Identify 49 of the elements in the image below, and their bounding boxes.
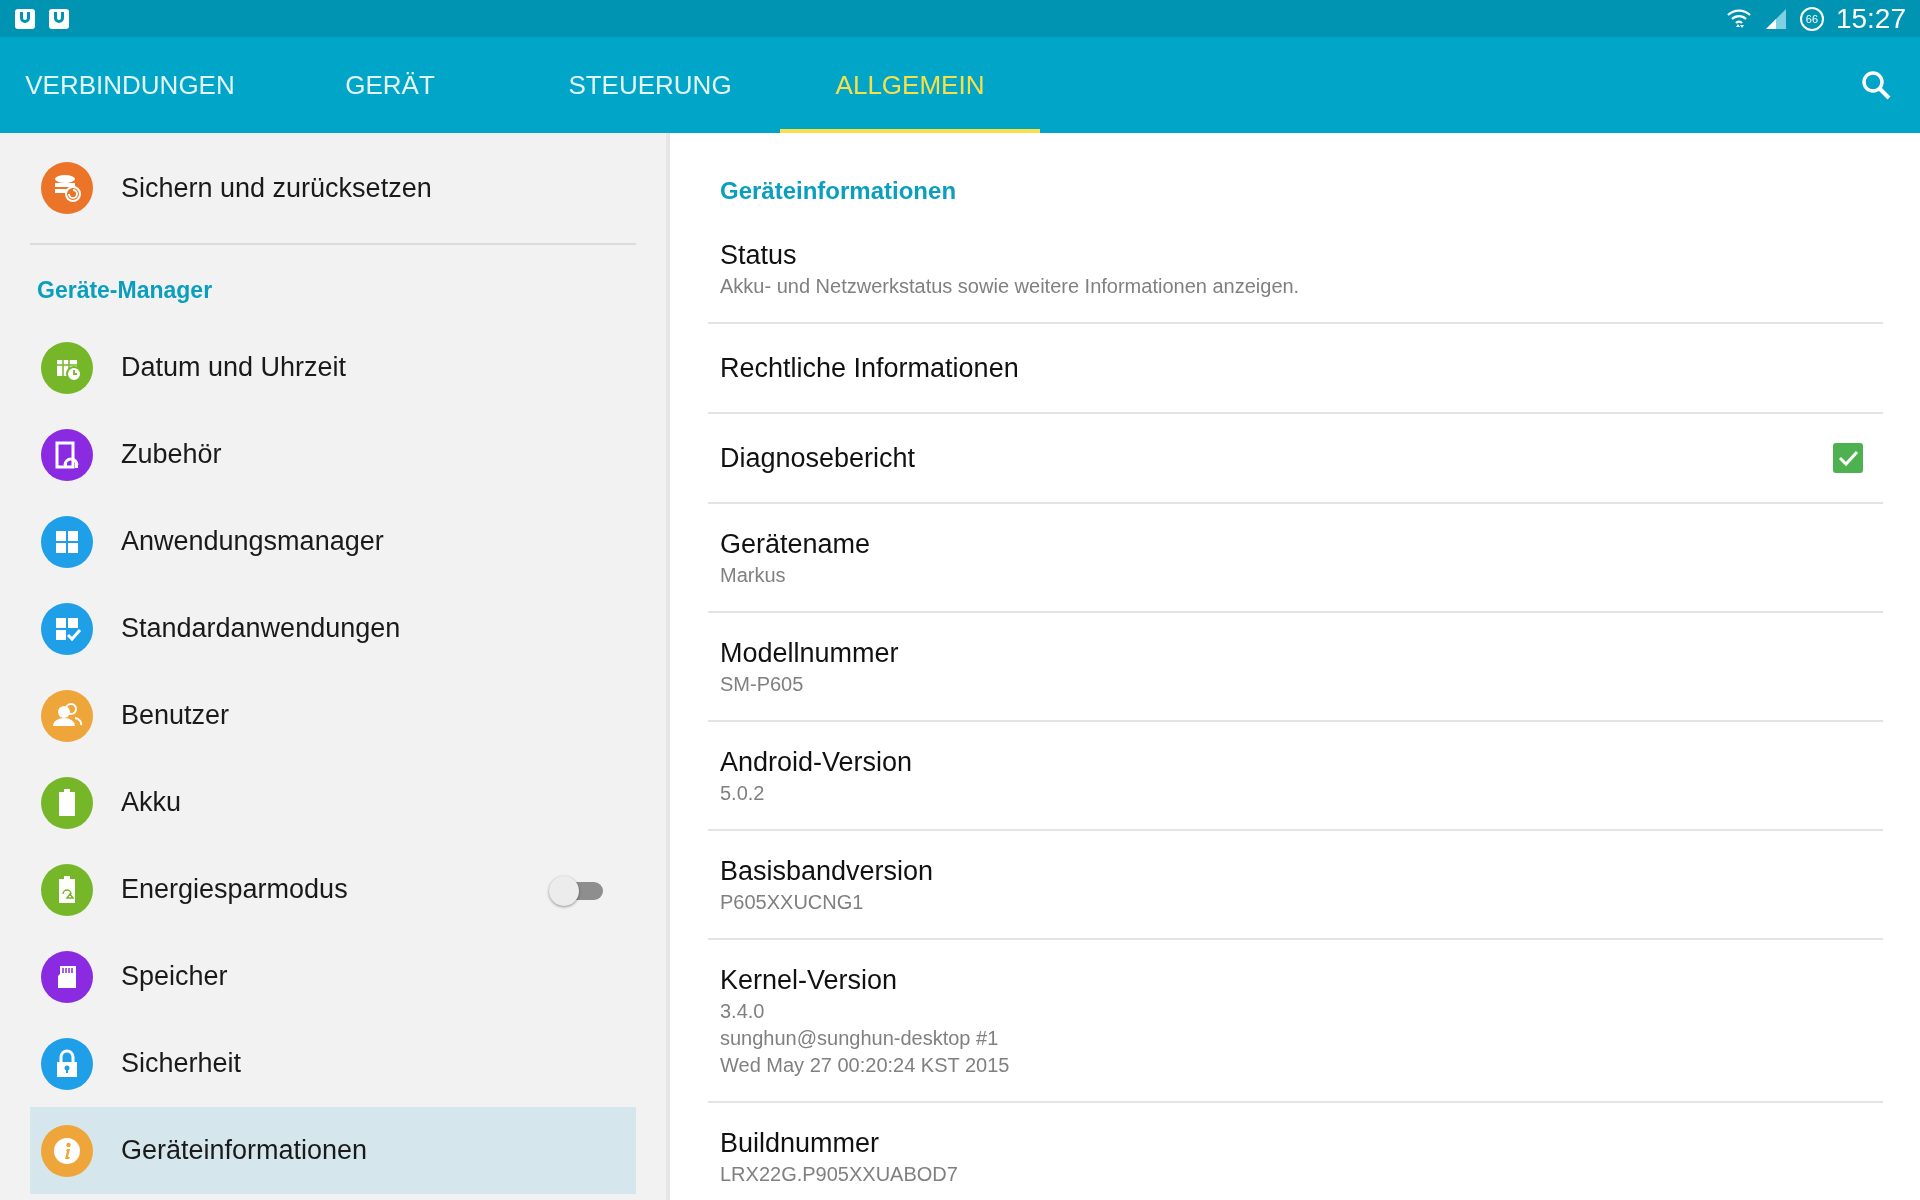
- settings-category-icon: [41, 428, 93, 481]
- setting-title[interactable]: Status: [720, 238, 1871, 272]
- settings-item[interactable]: Speicher: [30, 933, 636, 1020]
- setting-summary: Akku- und Netzwerkstatus sowie weitere Informationen anzeigen.: [720, 274, 1301, 299]
- setting-summary: 3.4.0: [720, 999, 766, 1024]
- settings-category-icon: [41, 341, 93, 394]
- settings-category-icon: [41, 602, 93, 655]
- setting-title[interactable]: Buildnummer: [720, 1126, 1871, 1160]
- settings-category-icon: [41, 776, 93, 829]
- setting-title[interactable]: Kernel-Version: [720, 963, 1871, 997]
- battery-indicator: 66: [1799, 6, 1824, 31]
- settings-item[interactable]: Sichern und zurücksetzen: [30, 133, 636, 245]
- setting-title[interactable]: Basisbandversion: [720, 854, 1871, 888]
- settings-item[interactable]: Anwendungsmanager: [30, 498, 636, 585]
- settings-category-icon: [41, 863, 93, 916]
- setting-summary: P605XXUCNG1: [720, 890, 865, 915]
- settings-item[interactable]: Geräteinformationen: [30, 1107, 636, 1194]
- settings-category-icon: [41, 162, 93, 214]
- settings-item[interactable]: Zubehör: [30, 411, 636, 498]
- clock: 15:27: [1835, 2, 1906, 35]
- settings-item[interactable]: Energiesparmodus: [30, 846, 636, 933]
- setting-title[interactable]: Rechtliche Informationen: [720, 351, 1871, 385]
- settings-item[interactable]: Benutzer: [30, 672, 636, 759]
- setting-summary: 5.0.2: [720, 781, 766, 806]
- setting-title[interactable]: Gerätename: [720, 527, 1871, 561]
- settings-category-icon: [41, 950, 93, 1003]
- toggle-switch[interactable]: [549, 875, 603, 904]
- settings-item[interactable]: Datum und Uhrzeit: [30, 324, 636, 411]
- notification-icon: [14, 7, 36, 30]
- settings-category-icon: [41, 515, 93, 568]
- setting-title[interactable]: Modellnummer: [720, 636, 1871, 670]
- section-header: Geräteinformationen: [719, 176, 958, 206]
- search-icon[interactable]: [1860, 69, 1892, 101]
- settings-category-icon: [41, 689, 93, 742]
- setting-summary: Markus: [720, 563, 787, 588]
- settings-item[interactable]: Sicherheit: [30, 1020, 636, 1107]
- settings-item[interactable]: Akku: [30, 759, 636, 846]
- setting-summary: sunghun@sunghun-desktop #1: [720, 1026, 1000, 1051]
- settings-category-icon: [41, 1124, 93, 1177]
- section-header: Geräte-Manager: [36, 276, 214, 305]
- setting-summary: Wed May 27 00:20:24 KST 2015: [720, 1053, 1011, 1078]
- notification-icon: [48, 7, 70, 30]
- checkbox[interactable]: [1833, 443, 1863, 473]
- setting-summary: SM-P605: [720, 672, 805, 697]
- setting-title[interactable]: Android-Version: [720, 745, 1871, 779]
- settings-category-icon: [41, 1037, 93, 1090]
- settings-item[interactable]: Standardanwendungen: [30, 585, 636, 672]
- setting-title[interactable]: Diagnosebericht: [720, 441, 1833, 475]
- setting-summary: LRX22G.P905XXUABOD7: [720, 1162, 959, 1187]
